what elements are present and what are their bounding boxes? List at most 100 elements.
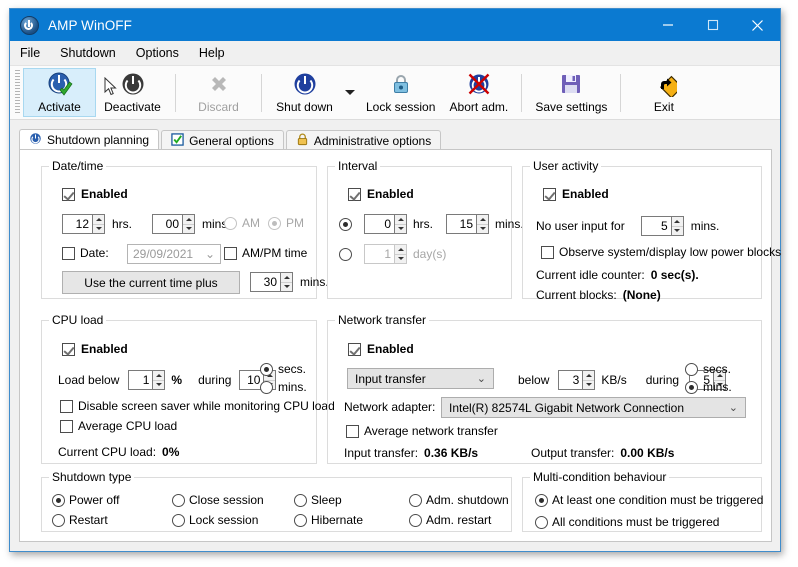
shutdown-type-power-off[interactable]: Power off: [52, 493, 119, 507]
network-adapter-select[interactable]: Intel(R) 82574L Gigabit Network Connecti…: [441, 397, 746, 418]
interval-minutes-stepper[interactable]: [446, 214, 490, 234]
network-enabled-checkbox[interactable]: Enabled: [348, 342, 414, 356]
cpu-mins-radio[interactable]: mins.: [260, 380, 307, 394]
cpu-secs-radio[interactable]: secs.: [260, 362, 306, 376]
exit-arrow-sign-icon: [651, 71, 683, 99]
multi-condition-all[interactable]: All conditions must be triggered: [535, 515, 719, 529]
interval-hours-down-button[interactable]: [395, 223, 406, 233]
hours-down-button[interactable]: [93, 223, 104, 233]
cpu-load-up-button[interactable]: [153, 371, 165, 380]
interval-minutes-up-button[interactable]: [477, 215, 489, 224]
menu-file[interactable]: File: [20, 44, 51, 62]
deactivate-label: Deactivate: [104, 100, 161, 114]
no-input-up-button[interactable]: [671, 217, 683, 226]
save-settings-button[interactable]: Save settings: [528, 68, 614, 117]
no-user-input-input[interactable]: [640, 216, 671, 236]
interval-days-input[interactable]: [364, 244, 394, 264]
interval-days-unit: day(s): [413, 247, 447, 261]
average-network-checkbox[interactable]: Average network transfer: [346, 424, 498, 438]
output-transfer-label: Output transfer:: [531, 446, 615, 460]
plus-minutes-stepper[interactable]: [250, 272, 293, 292]
no-user-input-stepper[interactable]: [640, 216, 684, 236]
menu-shutdown[interactable]: Shutdown: [60, 44, 127, 62]
shutdown-button[interactable]: Shut down: [268, 68, 341, 117]
hours-up-button[interactable]: [93, 215, 104, 224]
input-transfer-value: 0.36 KB/s: [424, 446, 479, 460]
network-below-up-button[interactable]: [583, 371, 595, 380]
multi-condition-at-least-one[interactable]: At least one condition must be triggered: [535, 493, 763, 507]
interval-days-down-button[interactable]: [395, 253, 406, 263]
abort-adm-button[interactable]: Abort adm.: [442, 68, 515, 117]
shutdown-type-close-session[interactable]: Close session: [172, 493, 264, 507]
cpu-load-stepper[interactable]: [128, 370, 166, 390]
disable-screensaver-checkbox[interactable]: Disable screen saver while monitoring CP…: [60, 399, 335, 413]
ampm-time-checkbox[interactable]: AM/PM time: [224, 246, 307, 260]
chevron-down-icon[interactable]: [345, 90, 355, 95]
network-enabled-label: Enabled: [367, 342, 414, 356]
date-checkbox[interactable]: Date:: [62, 246, 109, 260]
plus-up-button[interactable]: [281, 273, 292, 282]
interval-days-stepper[interactable]: [364, 244, 407, 264]
datetime-enabled-checkbox[interactable]: Enabled: [62, 187, 128, 201]
tab-shutdown-planning-label: Shutdown planning: [47, 133, 150, 147]
use-current-time-button[interactable]: Use the current time plus: [62, 271, 240, 294]
activate-button[interactable]: Activate: [23, 68, 96, 117]
chevron-down-icon: ⌄: [476, 373, 486, 385]
cpu-load-down-button[interactable]: [153, 379, 165, 389]
exit-button[interactable]: Exit: [627, 68, 700, 117]
no-input-down-button[interactable]: [671, 225, 683, 235]
toolbar-grip[interactable]: [15, 70, 20, 115]
network-below-input[interactable]: [558, 370, 583, 390]
user-activity-enabled-checkbox[interactable]: Enabled: [543, 187, 609, 201]
interval-hours-input[interactable]: [364, 214, 394, 234]
interval-days-radio[interactable]: [339, 247, 352, 261]
transfer-type-select[interactable]: Input transfer ⌄: [347, 368, 494, 389]
shutdown-type-hibernate[interactable]: Hibernate: [294, 513, 363, 527]
interval-hours-up-button[interactable]: [395, 215, 406, 224]
tab-administrative-options[interactable]: Administrative options: [285, 130, 442, 150]
hours-input[interactable]: [62, 214, 92, 234]
input-transfer-label: Input transfer:: [344, 446, 419, 460]
tab-general-options[interactable]: General options: [161, 130, 284, 150]
shutdown-type-lock-session[interactable]: Lock session: [172, 513, 258, 527]
interval-hm-radio[interactable]: [339, 217, 352, 231]
network-mins-radio[interactable]: mins.: [685, 380, 732, 394]
exit-label: Exit: [653, 100, 674, 114]
minutes-input[interactable]: [152, 214, 183, 234]
shutdown-type-sleep[interactable]: Sleep: [294, 493, 342, 507]
tab-shutdown-planning[interactable]: Shutdown planning: [19, 129, 160, 150]
interval-hours-stepper[interactable]: [364, 214, 407, 234]
menu-help[interactable]: Help: [199, 44, 236, 62]
minimize-icon[interactable]: [645, 9, 690, 41]
plus-minutes-input[interactable]: [250, 272, 280, 292]
shutdown-type-adm-shutdown[interactable]: Adm. shutdown: [409, 493, 509, 507]
close-icon[interactable]: [735, 9, 780, 41]
interval-days-up-button[interactable]: [395, 245, 406, 254]
network-secs-radio[interactable]: secs.: [685, 362, 731, 376]
radio-circle: [409, 513, 422, 527]
interval-minutes-input[interactable]: [446, 214, 477, 234]
menu-options[interactable]: Options: [136, 44, 190, 62]
shutdown-type-label: Adm. restart: [426, 513, 492, 527]
maximize-icon[interactable]: [690, 9, 735, 41]
average-cpu-checkbox[interactable]: Average CPU load: [60, 419, 177, 433]
lock-session-button[interactable]: Lock session: [359, 68, 442, 117]
date-picker[interactable]: 29/09/2021 ⌄: [127, 244, 221, 264]
interval-minutes-down-button[interactable]: [477, 223, 489, 233]
interval-enabled-checkbox[interactable]: Enabled: [348, 187, 414, 201]
cpu-enabled-checkbox[interactable]: Enabled: [62, 342, 128, 356]
cpu-load-input[interactable]: [128, 370, 153, 390]
shutdown-type-restart[interactable]: Restart: [52, 513, 108, 527]
datetime-time-row: hrs. mins.: [62, 214, 231, 234]
minutes-stepper[interactable]: [152, 214, 196, 234]
checkbox-box: [62, 342, 75, 356]
minutes-up-button[interactable]: [183, 215, 195, 224]
minutes-down-button[interactable]: [183, 223, 195, 233]
date-value: 29/09/2021: [133, 247, 194, 261]
hours-stepper[interactable]: [62, 214, 105, 234]
network-below-down-button[interactable]: [583, 379, 595, 389]
observe-blocks-checkbox[interactable]: Observe system/display low power blocks: [541, 245, 781, 259]
shutdown-type-adm-restart[interactable]: Adm. restart: [409, 513, 491, 527]
network-below-stepper[interactable]: [558, 370, 596, 390]
plus-down-button[interactable]: [281, 281, 292, 291]
